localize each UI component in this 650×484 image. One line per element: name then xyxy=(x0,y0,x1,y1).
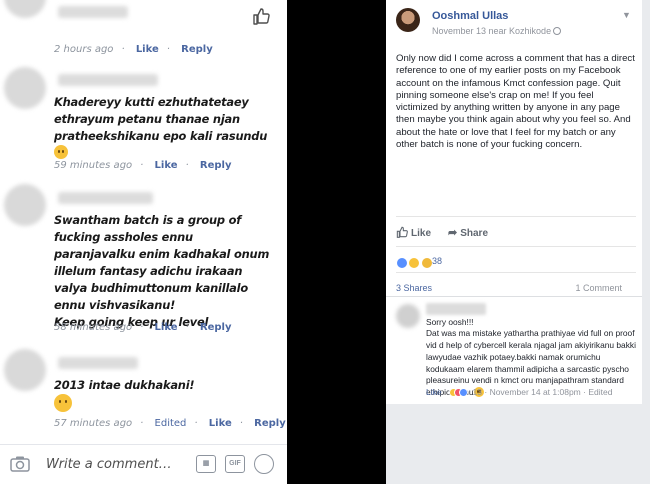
commenter-name[interactable] xyxy=(58,74,158,86)
edited-label[interactable]: Edited xyxy=(588,387,612,397)
avatar[interactable] xyxy=(4,349,46,391)
comment-text: Swantham batch is a group of fucking ass… xyxy=(54,213,270,329)
comment-meta: 59 minutes ago · Like · Reply xyxy=(54,160,232,171)
comment-like-link[interactable]: Like xyxy=(426,387,442,397)
comment-time: 2 hours ago xyxy=(54,44,114,55)
gif-button[interactable]: GIF xyxy=(225,455,245,473)
post-card: Ooshmal Ullas November 13 near Kozhikode… xyxy=(386,0,642,404)
share-arrow-icon: ➦ xyxy=(448,227,458,239)
comment-meta: Like · 13 · November 14 at 1:08pm · Edit… xyxy=(426,387,613,398)
post-date[interactable]: November 13 near Kozhikode xyxy=(432,26,562,36)
chevron-down-icon[interactable]: ▼ xyxy=(622,10,631,20)
divider xyxy=(396,246,636,247)
share-button[interactable]: ➦ Share xyxy=(448,226,488,239)
divider xyxy=(396,216,636,217)
comment-time: 59 minutes ago xyxy=(54,160,133,171)
comment-input[interactable]: Write a comment… xyxy=(46,457,172,472)
sad-reaction-icon xyxy=(408,256,421,269)
comment-meta: 57 minutes ago · Edited · Like · Reply xyxy=(54,418,286,429)
divider xyxy=(386,296,642,297)
reaction-icons[interactable] xyxy=(396,254,433,272)
reply-link[interactable]: Reply xyxy=(200,160,232,171)
like-reaction-icon xyxy=(396,256,408,269)
like-link[interactable]: Like xyxy=(136,44,159,55)
avatar[interactable] xyxy=(4,0,46,18)
post-body: Only now did I come across a comment tha… xyxy=(396,53,635,151)
commenter-name[interactable] xyxy=(58,192,153,204)
mobile-comments-panel: 2 hours ago · Like · Reply Khadereyy kutti… xyxy=(0,0,287,484)
author-name[interactable]: Ooshmal Ullas xyxy=(432,10,508,22)
avatar[interactable] xyxy=(4,184,46,226)
reply-link[interactable]: Reply xyxy=(200,322,232,333)
facebook-post-panel: Ooshmal Ullas November 13 near Kozhikode… xyxy=(386,0,650,484)
thumbs-up-icon[interactable] xyxy=(252,7,270,25)
camera-icon[interactable] xyxy=(10,455,30,473)
comments-count[interactable]: 1 Comment xyxy=(575,283,622,293)
avatar[interactable] xyxy=(4,67,46,109)
laughing-emoji-icon xyxy=(54,145,68,159)
edited-label[interactable]: Edited xyxy=(155,418,187,429)
reply-link[interactable]: Reply xyxy=(181,44,213,55)
reaction-count[interactable]: 38 xyxy=(432,256,442,266)
like-button[interactable]: Like xyxy=(396,226,431,239)
globe-icon xyxy=(553,27,562,35)
commenter-name[interactable] xyxy=(58,357,138,369)
author-avatar[interactable] xyxy=(396,8,420,32)
comment-date[interactable]: November 14 at 1:08pm xyxy=(490,387,581,397)
commenter-name[interactable] xyxy=(58,6,128,18)
shares-count[interactable]: 3 Shares xyxy=(396,283,432,293)
comment-text: Khadereyy kutti ezhuthatetaey ethrayum p… xyxy=(54,94,274,162)
comment-text: 2013 intae dukhakani! xyxy=(54,377,274,415)
comment-time: 58 minutes ago xyxy=(54,322,133,333)
comment-meta: 58 minutes ago · Like · Reply xyxy=(54,322,232,333)
like-link[interactable]: Like xyxy=(209,418,232,429)
like-link[interactable]: Like xyxy=(155,322,178,333)
hugging-emoji-icon xyxy=(54,394,72,412)
like-reaction-icon xyxy=(459,388,469,398)
like-link[interactable]: Like xyxy=(155,160,178,171)
comment-meta: 2 hours ago · Like · Reply xyxy=(54,44,213,55)
divider xyxy=(396,272,636,273)
comment-reaction-count[interactable]: 13 xyxy=(473,387,482,397)
comment-text: Sorry oosh!!! Dat was ma mistake yathart… xyxy=(426,305,636,399)
reply-link[interactable]: Reply xyxy=(254,418,286,429)
sticker-icon[interactable]: ▦ xyxy=(196,455,216,473)
commenter-avatar[interactable] xyxy=(396,304,420,328)
comment-compose-bar: Write a comment… ▦ GIF xyxy=(0,444,287,484)
thumbs-up-icon xyxy=(396,226,408,238)
comment-time: 57 minutes ago xyxy=(54,418,133,429)
emoji-icon[interactable] xyxy=(254,454,274,474)
